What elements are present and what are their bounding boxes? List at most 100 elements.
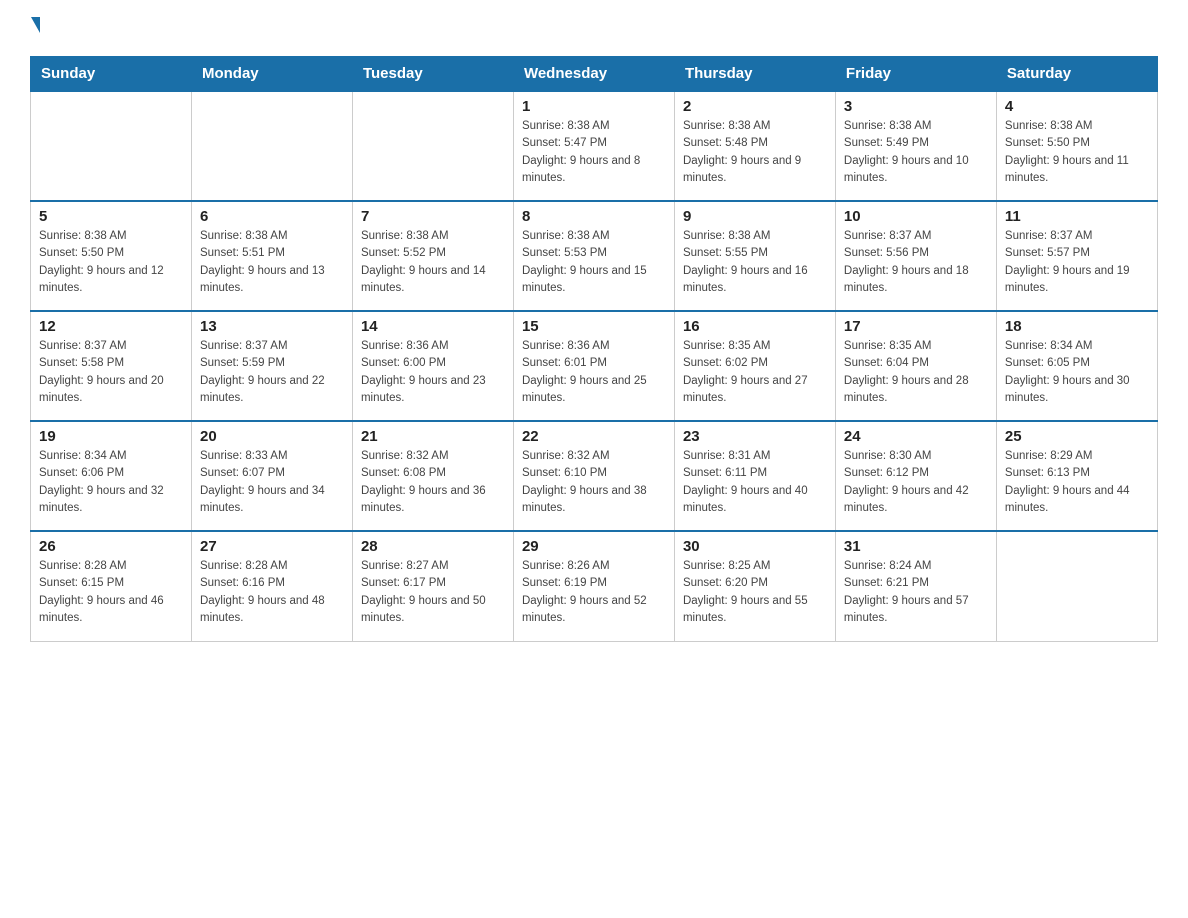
day-info: Sunrise: 8:35 AMSunset: 6:04 PMDaylight:… (844, 338, 988, 407)
day-number: 28 (361, 538, 505, 555)
calendar-cell: 9 Sunrise: 8:38 AMSunset: 5:55 PMDaylight… (674, 201, 835, 311)
day-info: Sunrise: 8:37 AMSunset: 5:59 PMDaylight:… (200, 338, 344, 407)
day-number: 12 (39, 318, 183, 335)
calendar-cell: 14 Sunrise: 8:36 AMSunset: 6:00 PMDayligh… (352, 311, 513, 421)
day-number: 5 (39, 208, 183, 225)
day-info: Sunrise: 8:25 AMSunset: 6:20 PMDaylight:… (683, 558, 827, 627)
day-number: 22 (522, 428, 666, 445)
day-info: Sunrise: 8:38 AMSunset: 5:51 PMDaylight:… (200, 228, 344, 297)
day-number: 29 (522, 538, 666, 555)
day-of-week-header: Wednesday (513, 57, 674, 92)
day-info: Sunrise: 8:37 AMSunset: 5:57 PMDaylight:… (1005, 228, 1149, 297)
calendar-cell: 21 Sunrise: 8:32 AMSunset: 6:08 PMDayligh… (352, 421, 513, 531)
day-number: 21 (361, 428, 505, 445)
day-info: Sunrise: 8:34 AMSunset: 6:06 PMDaylight:… (39, 448, 183, 517)
day-info: Sunrise: 8:38 AMSunset: 5:55 PMDaylight:… (683, 228, 827, 297)
day-of-week-header: Sunday (31, 57, 192, 92)
day-of-week-header: Saturday (996, 57, 1157, 92)
calendar-cell: 3 Sunrise: 8:38 AMSunset: 5:49 PMDaylight… (835, 91, 996, 201)
day-number: 24 (844, 428, 988, 445)
calendar-cell (352, 91, 513, 201)
calendar-cell: 1 Sunrise: 8:38 AMSunset: 5:47 PMDaylight… (513, 91, 674, 201)
day-number: 25 (1005, 428, 1149, 445)
day-info: Sunrise: 8:38 AMSunset: 5:47 PMDaylight:… (522, 118, 666, 187)
day-of-week-header: Thursday (674, 57, 835, 92)
logo (30, 20, 40, 36)
calendar-week-row: 26 Sunrise: 8:28 AMSunset: 6:15 PMDayligh… (31, 531, 1158, 641)
day-number: 9 (683, 208, 827, 225)
day-info: Sunrise: 8:34 AMSunset: 6:05 PMDaylight:… (1005, 338, 1149, 407)
calendar-cell: 25Sunrise: 8:29 AMSunset: 6:13 PMDayligh… (996, 421, 1157, 531)
day-number: 13 (200, 318, 344, 335)
day-info: Sunrise: 8:38 AMSunset: 5:52 PMDaylight:… (361, 228, 505, 297)
day-number: 30 (683, 538, 827, 555)
day-info: Sunrise: 8:37 AMSunset: 5:58 PMDaylight:… (39, 338, 183, 407)
day-number: 2 (683, 98, 827, 115)
calendar-cell: 8Sunrise: 8:38 AMSunset: 5:53 PMDaylight… (513, 201, 674, 311)
calendar-cell: 26 Sunrise: 8:28 AMSunset: 6:15 PMDayligh… (31, 531, 192, 641)
day-info: Sunrise: 8:36 AMSunset: 6:01 PMDaylight:… (522, 338, 666, 407)
calendar-cell: 29 Sunrise: 8:26 AMSunset: 6:19 PMDayligh… (513, 531, 674, 641)
day-info: Sunrise: 8:36 AMSunset: 6:00 PMDaylight:… (361, 338, 505, 407)
calendar-week-row: 19 Sunrise: 8:34 AMSunset: 6:06 PMDayligh… (31, 421, 1158, 531)
calendar-cell: 12 Sunrise: 8:37 AMSunset: 5:58 PMDayligh… (31, 311, 192, 421)
calendar-cell: 31 Sunrise: 8:24 AMSunset: 6:21 PMDayligh… (835, 531, 996, 641)
page-header (30, 20, 1158, 36)
calendar-cell: 20 Sunrise: 8:33 AMSunset: 6:07 PMDayligh… (191, 421, 352, 531)
day-of-week-header: Tuesday (352, 57, 513, 92)
calendar-cell: 17 Sunrise: 8:35 AMSunset: 6:04 PMDayligh… (835, 311, 996, 421)
day-number: 20 (200, 428, 344, 445)
day-info: Sunrise: 8:30 AMSunset: 6:12 PMDaylight:… (844, 448, 988, 517)
day-number: 27 (200, 538, 344, 555)
calendar-cell: 6Sunrise: 8:38 AMSunset: 5:51 PMDaylight… (191, 201, 352, 311)
calendar-header: SundayMondayTuesdayWednesdayThursdayFrid… (31, 57, 1158, 92)
day-info: Sunrise: 8:38 AMSunset: 5:49 PMDaylight:… (844, 118, 988, 187)
day-info: Sunrise: 8:38 AMSunset: 5:50 PMDaylight:… (39, 228, 183, 297)
calendar-cell: 11Sunrise: 8:37 AMSunset: 5:57 PMDayligh… (996, 201, 1157, 311)
day-number: 3 (844, 98, 988, 115)
day-info: Sunrise: 8:32 AMSunset: 6:08 PMDaylight:… (361, 448, 505, 517)
day-info: Sunrise: 8:28 AMSunset: 6:15 PMDaylight:… (39, 558, 183, 627)
day-number: 19 (39, 428, 183, 445)
calendar-cell: 18 Sunrise: 8:34 AMSunset: 6:05 PMDayligh… (996, 311, 1157, 421)
calendar-week-row: 1 Sunrise: 8:38 AMSunset: 5:47 PMDaylight… (31, 91, 1158, 201)
calendar-cell: 2 Sunrise: 8:38 AMSunset: 5:48 PMDaylight… (674, 91, 835, 201)
calendar-table: SundayMondayTuesdayWednesdayThursdayFrid… (30, 56, 1158, 642)
calendar-cell: 27 Sunrise: 8:28 AMSunset: 6:16 PMDayligh… (191, 531, 352, 641)
day-info: Sunrise: 8:38 AMSunset: 5:50 PMDaylight:… (1005, 118, 1149, 187)
calendar-cell: 22Sunrise: 8:32 AMSunset: 6:10 PMDayligh… (513, 421, 674, 531)
day-info: Sunrise: 8:35 AMSunset: 6:02 PMDaylight:… (683, 338, 827, 407)
day-number: 8 (522, 208, 666, 225)
calendar-cell: 30 Sunrise: 8:25 AMSunset: 6:20 PMDayligh… (674, 531, 835, 641)
day-of-week-header: Monday (191, 57, 352, 92)
day-info: Sunrise: 8:37 AMSunset: 5:56 PMDaylight:… (844, 228, 988, 297)
day-number: 14 (361, 318, 505, 335)
day-number: 26 (39, 538, 183, 555)
calendar-cell: 23Sunrise: 8:31 AMSunset: 6:11 PMDayligh… (674, 421, 835, 531)
calendar-cell: 16Sunrise: 8:35 AMSunset: 6:02 PMDayligh… (674, 311, 835, 421)
day-info: Sunrise: 8:33 AMSunset: 6:07 PMDaylight:… (200, 448, 344, 517)
calendar-cell: 24 Sunrise: 8:30 AMSunset: 6:12 PMDayligh… (835, 421, 996, 531)
calendar-body: 1 Sunrise: 8:38 AMSunset: 5:47 PMDaylight… (31, 91, 1158, 641)
calendar-cell: 13 Sunrise: 8:37 AMSunset: 5:59 PMDayligh… (191, 311, 352, 421)
day-number: 1 (522, 98, 666, 115)
day-info: Sunrise: 8:24 AMSunset: 6:21 PMDaylight:… (844, 558, 988, 627)
day-info: Sunrise: 8:26 AMSunset: 6:19 PMDaylight:… (522, 558, 666, 627)
calendar-cell (31, 91, 192, 201)
day-number: 10 (844, 208, 988, 225)
day-info: Sunrise: 8:38 AMSunset: 5:48 PMDaylight:… (683, 118, 827, 187)
calendar-week-row: 12 Sunrise: 8:37 AMSunset: 5:58 PMDayligh… (31, 311, 1158, 421)
calendar-cell: 19 Sunrise: 8:34 AMSunset: 6:06 PMDayligh… (31, 421, 192, 531)
day-number: 4 (1005, 98, 1149, 115)
calendar-cell: 10 Sunrise: 8:37 AMSunset: 5:56 PMDayligh… (835, 201, 996, 311)
day-number: 18 (1005, 318, 1149, 335)
calendar-cell: 28 Sunrise: 8:27 AMSunset: 6:17 PMDayligh… (352, 531, 513, 641)
calendar-cell: 5 Sunrise: 8:38 AMSunset: 5:50 PMDaylight… (31, 201, 192, 311)
day-number: 31 (844, 538, 988, 555)
day-info: Sunrise: 8:28 AMSunset: 6:16 PMDaylight:… (200, 558, 344, 627)
calendar-cell: 7 Sunrise: 8:38 AMSunset: 5:52 PMDaylight… (352, 201, 513, 311)
calendar-cell: 4 Sunrise: 8:38 AMSunset: 5:50 PMDaylight… (996, 91, 1157, 201)
day-number: 7 (361, 208, 505, 225)
day-info: Sunrise: 8:27 AMSunset: 6:17 PMDaylight:… (361, 558, 505, 627)
day-number: 17 (844, 318, 988, 335)
